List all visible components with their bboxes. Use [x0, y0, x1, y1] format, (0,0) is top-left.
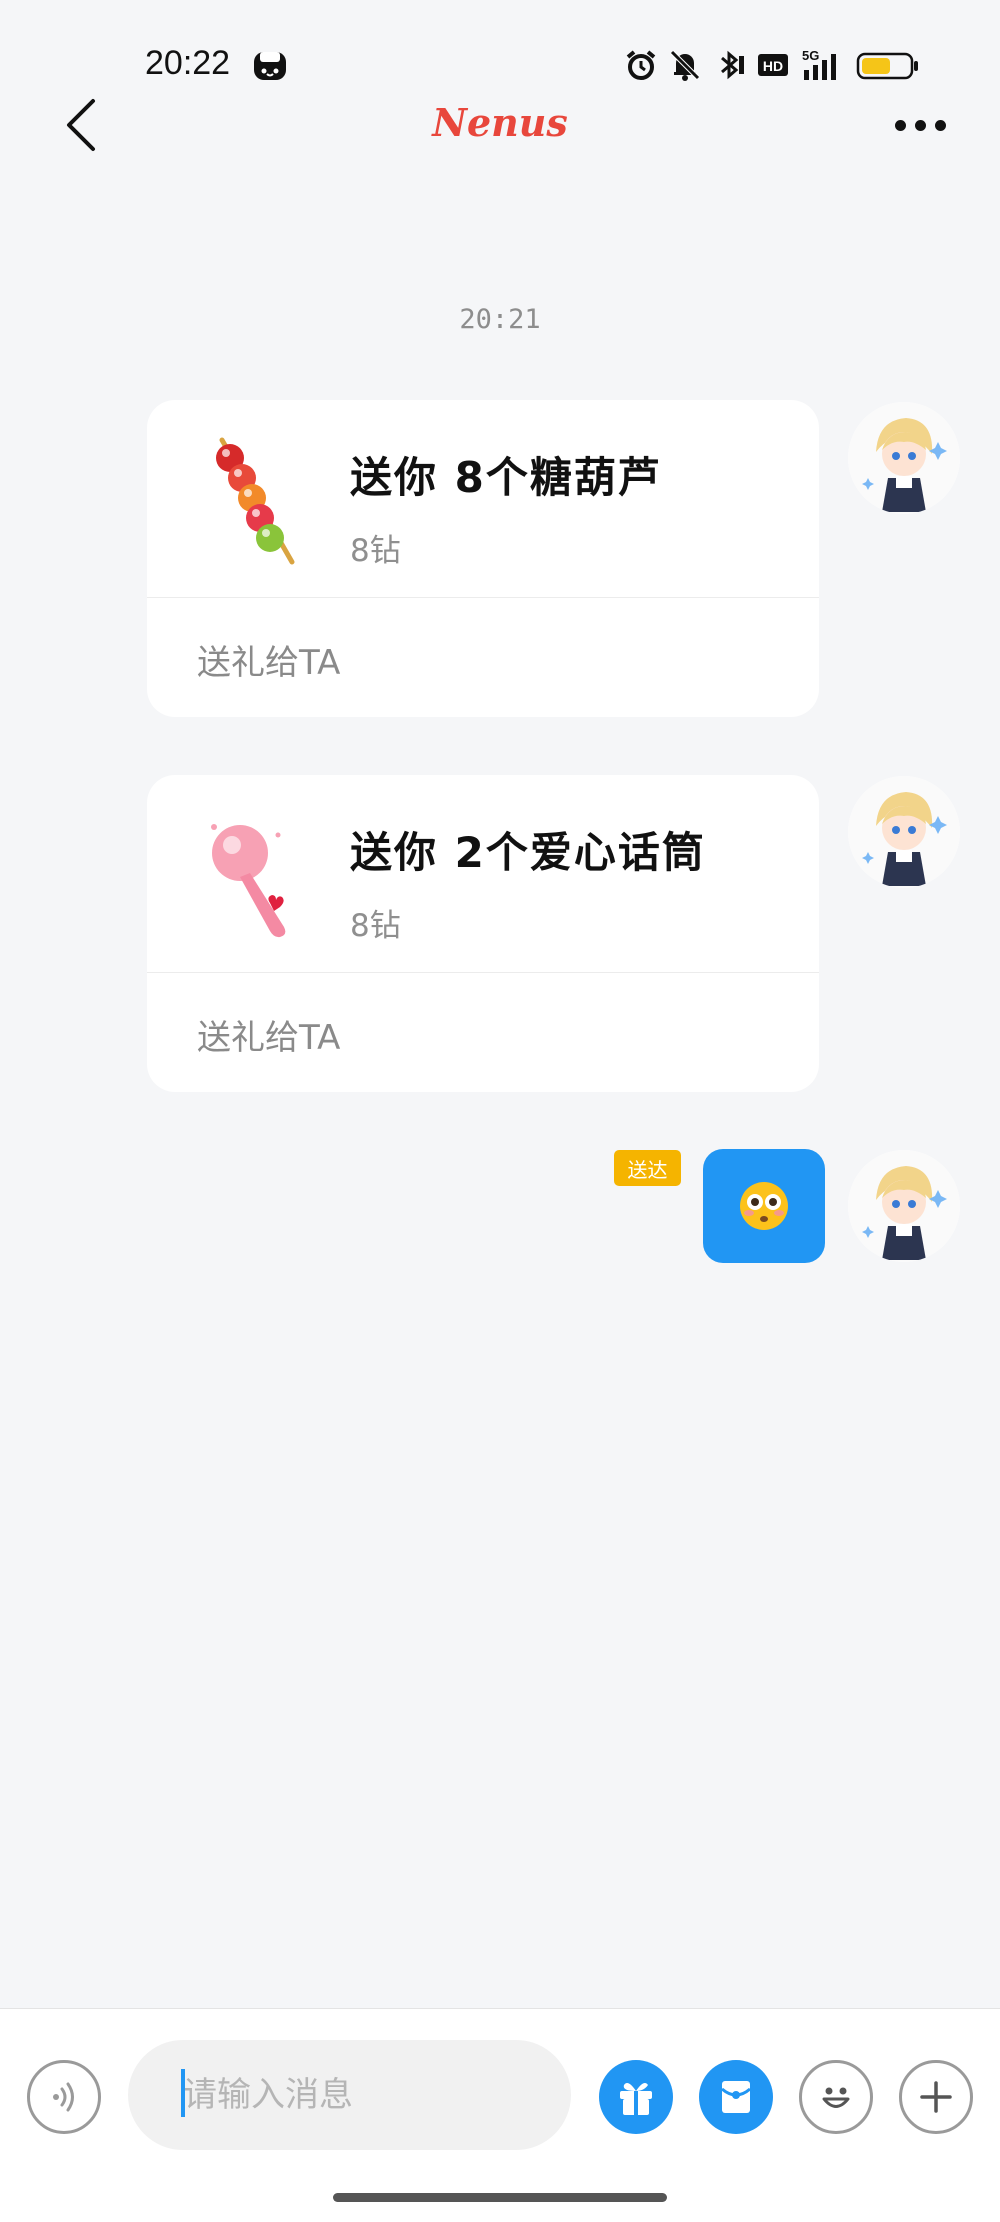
voice-input-button[interactable] [27, 2060, 101, 2134]
status-icons: HD 5G [624, 48, 920, 82]
emoji-icon [822, 2087, 850, 2108]
send-gift-back-button[interactable]: 送礼给TA [197, 1010, 340, 1059]
gift-button[interactable] [599, 2060, 673, 2134]
heart-microphone-icon [211, 824, 286, 938]
emoji-button[interactable] [799, 2060, 873, 2134]
anime-avatar-icon [848, 1150, 960, 1262]
gift-icon [620, 2083, 652, 2115]
status-time: 20:22 [145, 44, 231, 82]
text-cursor [181, 2069, 185, 2117]
more-actions-button[interactable] [899, 2060, 973, 2134]
alarm-icon [626, 50, 656, 80]
flushed-face-emoji-icon [740, 1182, 788, 1230]
send-gift-back-button[interactable]: 送礼给TA [197, 635, 340, 684]
bluetooth-icon [721, 50, 744, 80]
candied-haws-icon [216, 437, 295, 565]
mute-icon [670, 50, 700, 81]
svg-text:HD: HD [763, 58, 783, 74]
app-notification-icon [254, 52, 286, 80]
chat-timestamp: 20:21 [459, 304, 541, 335]
red-packet-icon [721, 2081, 751, 2113]
voice-icon [53, 2082, 74, 2112]
hd-icon: HD [758, 54, 788, 76]
gift-message-card: 送你 2个爱心话筒 8钻 送礼给TA [147, 775, 819, 1092]
anime-avatar-icon [848, 776, 960, 888]
avatar[interactable] [848, 402, 960, 514]
anime-avatar-icon [848, 402, 960, 514]
red-packet-button[interactable] [699, 2060, 773, 2134]
gift-card-body: 送你 2个爱心话筒 8钻 [147, 775, 819, 973]
gift-title: 送你 8个糖葫芦 [350, 453, 662, 502]
gift-price: 8钻 [350, 908, 401, 944]
more-dot-icon [894, 119, 906, 131]
signal-5g-icon: 5G [802, 48, 836, 80]
more-dot-icon [934, 119, 946, 131]
emoji-message-bubble[interactable] [703, 1149, 825, 1263]
home-indicator[interactable] [333, 2193, 667, 2202]
gift-title: 送你 2个爱心话筒 [350, 828, 706, 877]
battery-icon [856, 52, 918, 80]
gift-price: 8钻 [350, 533, 401, 569]
svg-text:5G: 5G [802, 48, 819, 63]
header: Nenus [0, 90, 1000, 160]
more-dot-icon [914, 119, 926, 131]
plus-icon [920, 2081, 952, 2113]
avatar[interactable] [848, 776, 960, 888]
more-options-button[interactable] [880, 90, 960, 160]
chat-title: Nenus [432, 100, 568, 145]
delivered-status-badge: 送达 [614, 1150, 681, 1186]
avatar[interactable] [848, 1150, 960, 1262]
message-input[interactable] [128, 2040, 571, 2150]
gift-card-body: 送你 8个糖葫芦 8钻 [147, 400, 819, 598]
gift-message-card: 送你 8个糖葫芦 8钻 送礼给TA [147, 400, 819, 717]
